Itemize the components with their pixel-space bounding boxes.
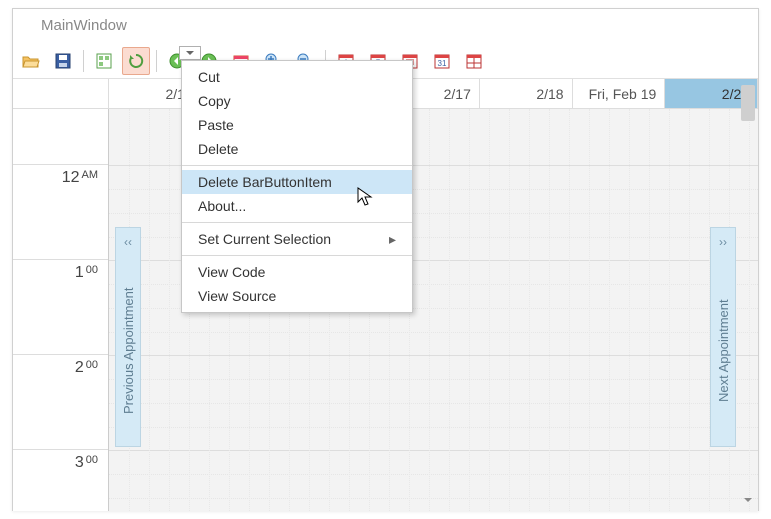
menu-item-view-source[interactable]: View Source: [182, 284, 412, 308]
svg-text:31: 31: [438, 59, 447, 68]
refresh-button[interactable]: [122, 47, 150, 75]
menu-separator: [182, 255, 412, 256]
menu-item-set-current-selection[interactable]: Set Current Selection ▸: [182, 227, 412, 251]
previous-appointment-bar[interactable]: ‹‹ Previous Appointment: [115, 227, 141, 447]
menu-item-about[interactable]: About...: [182, 194, 412, 218]
month-view-button[interactable]: 31: [428, 47, 456, 75]
time-column: 12AM 100 200 300: [13, 109, 109, 511]
menu-item-copy[interactable]: Copy: [182, 89, 412, 113]
scrollbar-down-button[interactable]: [741, 493, 755, 507]
submenu-arrow-icon: ▸: [389, 231, 396, 248]
date-header-corner: [13, 79, 109, 108]
open-icon: [22, 53, 40, 69]
menu-item-view-code[interactable]: View Code: [182, 260, 412, 284]
group-button[interactable]: [90, 47, 118, 75]
group-icon: [96, 53, 112, 69]
grid-icon: [466, 53, 482, 69]
chevron-right-icon: ››: [719, 228, 727, 256]
dropdown-indicator[interactable]: [179, 46, 201, 60]
menu-separator: [182, 222, 412, 223]
menu-item-delete-barbuttonitem[interactable]: Delete BarButtonItem: [182, 170, 412, 194]
date-cell[interactable]: 2/18: [480, 79, 573, 108]
date-cell[interactable]: Fri, Feb 19: [573, 79, 666, 108]
save-button[interactable]: [49, 47, 77, 75]
toolbar-separator: [156, 50, 157, 72]
open-button[interactable]: [17, 47, 45, 75]
save-icon: [55, 53, 71, 69]
scrollbar-thumb[interactable]: [741, 85, 755, 121]
time-slot: 200: [13, 355, 108, 450]
time-slot: 300: [13, 450, 108, 511]
grid-view-button[interactable]: [460, 47, 488, 75]
time-slot: [13, 109, 108, 165]
scrollbar-track[interactable]: [741, 85, 755, 465]
previous-appointment-label: Previous Appointment: [121, 256, 136, 446]
menu-item-delete[interactable]: Delete: [182, 137, 412, 161]
menu-item-label: Set Current Selection: [198, 231, 331, 247]
menu-separator: [182, 165, 412, 166]
time-slot: 100: [13, 260, 108, 355]
chevron-left-icon: ‹‹: [124, 228, 132, 256]
time-slot: 12AM: [13, 165, 108, 260]
context-menu: Cut Copy Paste Delete Delete BarButtonIt…: [181, 60, 413, 313]
next-appointment-bar[interactable]: ›› Next Appointment: [710, 227, 736, 447]
menu-item-paste[interactable]: Paste: [182, 113, 412, 137]
toolbar-separator: [83, 50, 84, 72]
refresh-icon: [128, 53, 144, 69]
main-window: MainWindow 1 5 31 2/14 2/17 2/18 Fri, Fe…: [12, 8, 759, 511]
next-appointment-label: Next Appointment: [716, 256, 731, 446]
window-title: MainWindow: [13, 9, 758, 43]
month-icon: 31: [434, 53, 450, 69]
menu-item-cut[interactable]: Cut: [182, 65, 412, 89]
